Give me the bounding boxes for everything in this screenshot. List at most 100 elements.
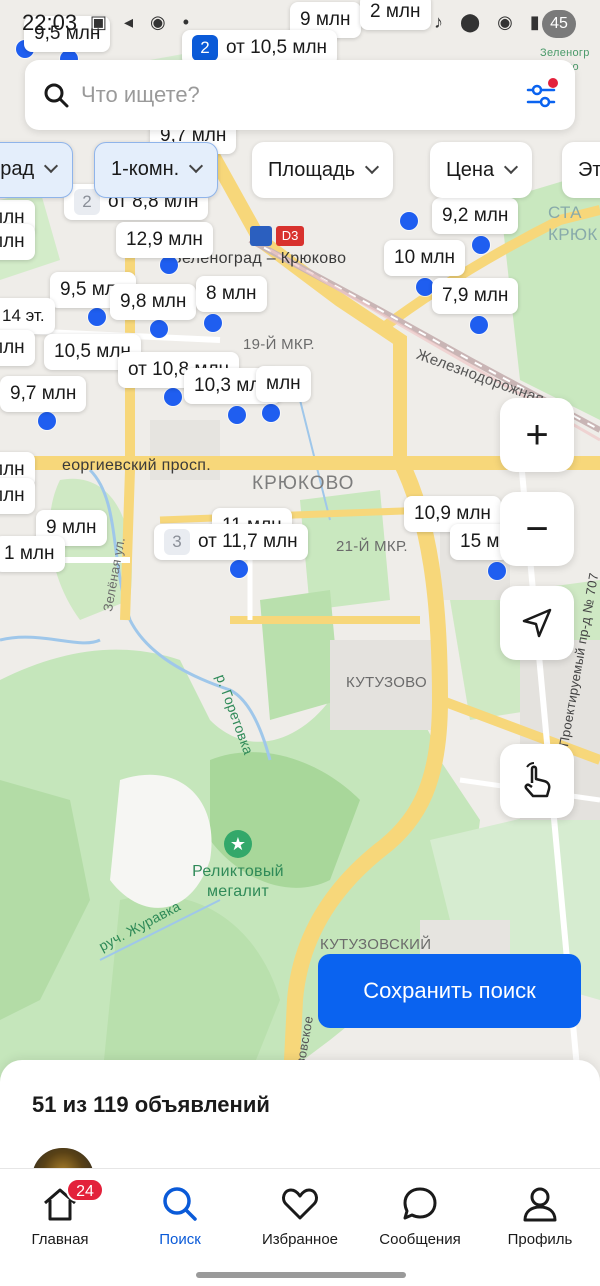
price-pin-label: от 11,7 млн <box>198 531 298 552</box>
zoom-in-button[interactable]: + <box>500 398 574 472</box>
price-pin-label: 9,8 млн <box>120 291 187 312</box>
price-pin[interactable]: 9,8 млн <box>110 284 197 320</box>
draw-area-button[interactable] <box>500 744 574 818</box>
price-pin[interactable]: 9,2 млн <box>432 198 519 234</box>
filter-chip-price[interactable]: Цена <box>430 142 533 198</box>
status-system-icons: ♪ ⬤ ◉ ▮ <box>434 12 546 32</box>
filter-chip-label: 1-комн. <box>111 158 180 180</box>
nav-label: Главная <box>31 1231 89 1248</box>
filter-chip-label: Площадь <box>268 159 356 181</box>
price-pin-label: млн <box>0 485 25 506</box>
district-label-19: 19-Й МКР. <box>243 336 315 353</box>
district-label-kutuzovsky: КУТУЗОВСКИЙ <box>320 936 432 953</box>
nav-label: Поиск <box>159 1231 201 1248</box>
filter-chip-rooms[interactable]: 1-комн. <box>94 142 219 198</box>
price-pin-label: 15 м <box>460 531 500 552</box>
landmark-star-icon: ★ <box>224 830 252 858</box>
d3-line-badge: D3 <box>276 226 304 246</box>
price-pin-label: 9,7 млн <box>10 383 77 404</box>
chevron-down-icon <box>189 158 204 174</box>
nav-profile[interactable]: Профиль <box>480 1169 600 1269</box>
price-pin-label: 12,9 млн <box>126 229 203 250</box>
listing-dot[interactable] <box>470 316 488 334</box>
price-pin[interactable]: 9,7 млн <box>0 376 87 412</box>
nav-label: Сообщения <box>379 1231 461 1248</box>
save-search-button[interactable]: Сохранить поиск <box>318 954 581 1028</box>
price-pin[interactable]: 12,9 млн <box>116 222 213 258</box>
notification-badge: 24 <box>66 1178 104 1202</box>
search-icon <box>44 83 69 108</box>
listing-dot[interactable] <box>400 212 418 230</box>
search-bar[interactable]: Что ищете? <box>25 60 575 130</box>
results-count: 51 из 119 объявлений <box>32 1092 270 1117</box>
price-pin[interactable]: млн <box>0 330 35 366</box>
price-pin-label: млн <box>0 231 25 252</box>
price-pin-label: 14 эт. <box>2 306 45 325</box>
filter-chip-area[interactable]: Площадь <box>252 142 394 198</box>
listing-dot[interactable] <box>472 236 490 254</box>
user-icon <box>523 1187 557 1222</box>
results-sheet[interactable]: 51 из 119 объявлений <box>0 1060 600 1178</box>
minus-icon: − <box>525 507 549 551</box>
chevron-down-icon <box>504 159 519 175</box>
filter-chip-city[interactable]: град <box>0 142 74 198</box>
price-pin[interactable]: 14 эт. <box>0 298 55 334</box>
price-pin[interactable]: 7,9 млн <box>432 278 519 314</box>
location-arrow-icon <box>522 608 552 638</box>
chevron-down-icon <box>364 159 380 175</box>
listing-dot[interactable] <box>204 314 222 332</box>
chat-bubble-icon <box>403 1187 437 1220</box>
price-pin-label: 1 млн <box>4 543 55 564</box>
listing-dot[interactable] <box>230 560 248 578</box>
zoom-out-button[interactable]: − <box>500 492 574 566</box>
price-pin[interactable]: 10 млн <box>384 240 466 276</box>
price-pin-label: млн <box>0 337 25 358</box>
district-label-kutuzovo: КУТУЗОВО <box>346 674 427 691</box>
price-pin[interactable]: млн <box>0 224 35 260</box>
listing-dot[interactable] <box>228 406 246 424</box>
price-pin-label: 7,9 млн <box>442 285 509 306</box>
listing-dot[interactable] <box>150 320 168 338</box>
district-label-21: 21-Й МКР. <box>336 538 408 555</box>
street-label-georgievsky: еоргиевский просп. <box>62 457 211 474</box>
listing-dot[interactable] <box>88 308 106 326</box>
price-pin[interactable]: 8 млн <box>196 276 267 312</box>
listing-dot[interactable] <box>38 412 56 430</box>
heart-icon <box>282 1188 318 1220</box>
nav-favorites[interactable]: Избранное <box>240 1169 360 1269</box>
nav-search[interactable]: Поиск <box>120 1169 240 1269</box>
price-pin-label: 9,2 млн <box>442 205 509 226</box>
price-pin-cluster[interactable]: 3 от 11,7 млн <box>154 524 308 560</box>
nav-home[interactable]: 24 Главная <box>0 1169 120 1269</box>
nav-label: Избранное <box>261 1231 339 1248</box>
my-location-button[interactable] <box>500 586 574 660</box>
status-bar: 22:03 ▣ ◂ ◉ • ♪ ⬤ ◉ ▮ 45 <box>0 0 600 50</box>
nav-label: Профиль <box>507 1231 573 1248</box>
plus-icon: + <box>525 413 549 457</box>
filter-settings-icon[interactable] <box>523 78 559 114</box>
battery-icon: 45 <box>542 10 576 38</box>
bottom-navigation: 24 Главная Поиск Избранное Сообщения Про… <box>0 1168 600 1286</box>
price-pin[interactable]: млн <box>256 366 311 402</box>
listing-dot[interactable] <box>164 388 182 406</box>
price-pin-label: 8 млн <box>206 283 257 304</box>
chevron-down-icon <box>44 158 59 174</box>
listing-dot[interactable] <box>488 562 506 580</box>
search-input[interactable]: Что ищете? <box>81 82 200 108</box>
price-pin[interactable]: млн <box>0 478 35 514</box>
nav-messages[interactable]: Сообщения <box>360 1169 480 1269</box>
listing-dot[interactable] <box>160 256 178 274</box>
landmark-label-relict: Реликтовый мегалит <box>192 863 284 900</box>
hand-tap-icon <box>524 762 551 798</box>
price-pin-label: млн <box>266 373 301 394</box>
price-pin[interactable]: 1 млн <box>0 536 65 572</box>
status-time: 22:03 <box>22 10 78 35</box>
district-label-staroe-kryukovo: СТА КРЮК <box>548 203 598 244</box>
filter-chip-floor[interactable]: Эт <box>562 142 600 198</box>
listing-dot[interactable] <box>262 404 280 422</box>
gesture-home-bar[interactable] <box>196 1272 406 1278</box>
filter-chip-label: Эт <box>578 159 600 181</box>
search-icon <box>163 1187 197 1221</box>
district-label-kryukovo: КРЮКОВО <box>252 473 355 494</box>
price-pin-label: 10 млн <box>394 247 456 268</box>
